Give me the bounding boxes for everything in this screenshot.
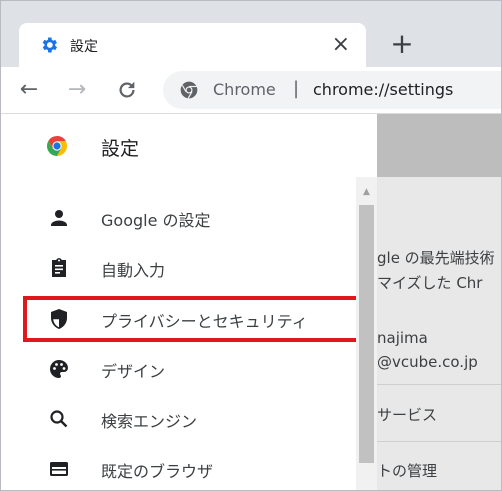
sidebar-scrollbar[interactable]: ▲ (356, 177, 377, 490)
url-separator: | (293, 78, 300, 99)
chrome-logo-icon (47, 136, 67, 156)
sidebar-item-appearance[interactable]: デザイン (1, 345, 353, 395)
divider (377, 441, 501, 442)
sidebar-item-default-browser[interactable]: 既定のブラウザ (1, 445, 353, 490)
page-title: 設定 (101, 138, 140, 160)
content-text-line2: マイズした Chr (377, 274, 483, 292)
close-tab-icon[interactable]: × (332, 31, 350, 59)
settings-header: 設定 (1, 114, 501, 177)
sidebar-item-label: デザイン (101, 362, 166, 381)
sidebar-item-search-engine[interactable]: 検索エンジン (1, 395, 353, 445)
sidebar-item-google[interactable]: Google の設定 (1, 194, 353, 244)
site-name: Chrome (213, 80, 276, 99)
sidebar-item-label: 自動入力 (101, 261, 166, 280)
scroll-up-arrow-icon[interactable]: ▲ (356, 185, 377, 199)
content-manage[interactable]: トの管理 (377, 460, 437, 481)
settings-content: gle の最先端技術 マイズした Chr najima @vcube.co.jp… (377, 177, 501, 490)
url-text: chrome://settings (313, 80, 454, 99)
back-button[interactable]: ← (15, 76, 43, 104)
browser-window-icon (50, 462, 68, 476)
privacy-highlight-box (23, 296, 361, 342)
toolbar: ← → Chrome | chrome://settings (1, 67, 501, 114)
account-name: najima (377, 329, 428, 347)
forward-button[interactable]: → (63, 76, 91, 104)
chrome-icon (180, 81, 198, 99)
palette-icon (50, 360, 68, 378)
search-icon (50, 410, 68, 428)
clipboard-icon (52, 258, 66, 277)
tab-title: 設定 (70, 39, 98, 55)
gear-icon (42, 37, 57, 53)
browser-window: 設定 × + ← → Chrome | chrome://settings 設定… (0, 0, 502, 491)
scroll-thumb[interactable] (359, 205, 374, 463)
sidebar-item-label: 検索エンジン (101, 412, 198, 431)
reload-button[interactable] (113, 76, 141, 104)
content-services[interactable]: サービス (377, 404, 437, 425)
content-text-line1: gle の最先端技術 (377, 249, 495, 267)
person-icon (51, 210, 67, 226)
divider (377, 384, 501, 385)
tab-strip: 設定 × + (1, 1, 501, 67)
address-bar[interactable]: Chrome | chrome://settings (163, 71, 501, 109)
tab-settings[interactable]: 設定 × (19, 23, 366, 67)
new-tab-button[interactable]: + (387, 29, 417, 59)
sidebar-item-label: 既定のブラウザ (101, 462, 214, 481)
header-overlay (377, 114, 501, 177)
reload-icon (119, 81, 135, 98)
sidebar-item-label: Google の設定 (101, 211, 211, 230)
sidebar-item-autofill[interactable]: 自動入力 (1, 244, 353, 294)
header-left: 設定 (1, 114, 377, 177)
account-email: @vcube.co.jp (377, 353, 478, 371)
